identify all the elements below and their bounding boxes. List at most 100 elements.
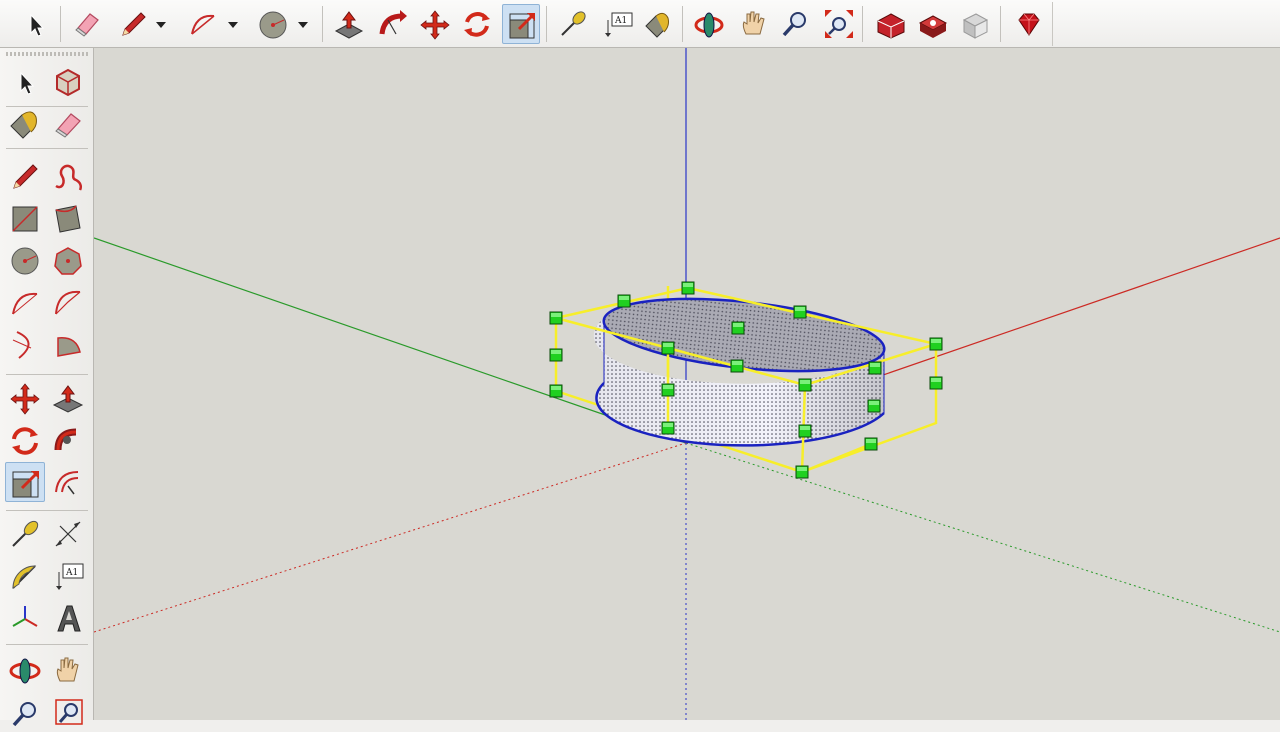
toolbar-separator xyxy=(6,374,88,375)
3d-warehouse-button[interactable] xyxy=(872,4,910,44)
push-pull-icon xyxy=(334,11,364,39)
scale-grip-highlight xyxy=(931,378,941,382)
tape-measure-tool-button[interactable] xyxy=(554,4,592,44)
orbit-tool-button[interactable] xyxy=(690,4,728,44)
extension-warehouse-icon xyxy=(918,15,948,38)
toolbar-separator xyxy=(862,6,863,42)
push-pull-tool-button[interactable] xyxy=(48,378,88,418)
toolbar-separator xyxy=(682,6,683,42)
scale-tool-button[interactable] xyxy=(502,4,540,44)
scale-grip-highlight xyxy=(663,385,673,389)
follow-me-tool-button[interactable] xyxy=(48,420,88,460)
rotate-tool-button[interactable] xyxy=(458,4,496,44)
scale-grip-highlight xyxy=(795,307,805,311)
follow-me-tool-button[interactable] xyxy=(374,4,412,44)
freehand-tool-button[interactable] xyxy=(48,156,88,196)
scale-grip-highlight xyxy=(733,323,743,327)
scale-grip-highlight xyxy=(797,467,807,471)
text-tool-button[interactable]: A1 xyxy=(48,556,88,596)
scale-grip-highlight xyxy=(663,423,673,427)
rectangle-icon xyxy=(12,206,38,232)
line-tool-button[interactable] xyxy=(5,156,45,196)
pencil-tool-button[interactable] xyxy=(114,4,152,44)
share-model-button[interactable] xyxy=(956,4,994,44)
arc-tool-button[interactable] xyxy=(184,4,222,44)
select-tool-button[interactable] xyxy=(16,4,54,44)
move-tool-button[interactable] xyxy=(5,378,45,418)
follow-me-icon xyxy=(379,10,407,35)
axes-icon xyxy=(12,606,38,627)
zoom-extents-tool-button[interactable] xyxy=(820,4,858,44)
red-axis-negative xyxy=(94,442,687,633)
select-arrow-icon xyxy=(30,13,45,37)
pan-tool-button[interactable] xyxy=(48,650,88,690)
green-axis-negative xyxy=(685,442,1280,633)
pan-tool-button[interactable] xyxy=(734,4,772,44)
rotate-tool-button[interactable] xyxy=(5,420,45,460)
polygon-tool-button[interactable] xyxy=(48,240,88,280)
3-point-arc-tool-button[interactable] xyxy=(5,324,45,364)
select-tool-button[interactable] xyxy=(5,62,45,102)
eraser-tool-button[interactable] xyxy=(48,104,88,144)
circle-icon xyxy=(259,11,287,39)
scale-grip-highlight xyxy=(551,386,561,390)
circle-icon xyxy=(11,247,39,275)
dimensions-icon xyxy=(55,521,81,547)
scale-tool-button[interactable] xyxy=(5,462,45,502)
arc-dropdown[interactable] xyxy=(226,4,240,44)
rotated-rectangle-tool-button[interactable] xyxy=(48,198,88,238)
paint-bucket-tool-button[interactable] xyxy=(5,104,45,144)
orbit-tool-button[interactable] xyxy=(5,650,45,690)
move-icon xyxy=(10,383,40,415)
large-tool-set: A1 xyxy=(0,48,94,727)
chevron-down-icon xyxy=(298,22,308,28)
axes-tool-button[interactable] xyxy=(5,598,45,638)
warehouse-icon xyxy=(877,13,905,39)
zoom-tool-button[interactable] xyxy=(5,692,45,732)
rotate-icon xyxy=(464,12,490,37)
offset-tool-button[interactable] xyxy=(48,462,88,502)
text-icon: A1 xyxy=(56,563,84,590)
follow-me-icon xyxy=(54,428,77,451)
circle-tool-button[interactable] xyxy=(5,240,45,280)
protractor-tool-button[interactable] xyxy=(5,556,45,596)
2-point-arc-tool-button[interactable] xyxy=(48,282,88,322)
select-arrow-icon xyxy=(20,71,35,95)
rectangle-tool-button[interactable] xyxy=(5,198,45,238)
pencil-icon xyxy=(13,164,38,189)
zoom-window-tool-button[interactable] xyxy=(48,692,88,732)
text-tool-button[interactable]: A1 xyxy=(598,4,636,44)
extension-warehouse-button[interactable] xyxy=(914,4,952,44)
ruby-console-button[interactable] xyxy=(1010,4,1048,44)
move-tool-button[interactable] xyxy=(416,4,454,44)
zoom-tool-button[interactable] xyxy=(776,4,814,44)
freehand-icon xyxy=(55,164,83,191)
paint-bucket-tool-button[interactable] xyxy=(638,4,676,44)
eraser-icon xyxy=(75,13,99,37)
arc-tool-button[interactable] xyxy=(5,282,45,322)
pencil-icon xyxy=(122,12,146,36)
eraser-tool-button[interactable] xyxy=(68,4,106,44)
svg-text:A1: A1 xyxy=(65,568,78,578)
dimensions-tool-button[interactable] xyxy=(48,514,88,554)
circle-tool-button[interactable] xyxy=(254,4,292,44)
make-component-button[interactable] xyxy=(48,62,88,102)
push-pull-tool-button[interactable] xyxy=(330,4,368,44)
push-pull-icon xyxy=(52,385,84,413)
pencil-dropdown[interactable] xyxy=(154,4,168,44)
3d-text-tool-button[interactable] xyxy=(48,598,88,638)
move-icon xyxy=(420,10,450,40)
3d-modeling-viewport[interactable] xyxy=(94,48,1280,720)
scale-grip-highlight xyxy=(866,439,876,443)
scale-grip-highlight xyxy=(551,350,561,354)
scale-grip-highlight xyxy=(870,363,880,367)
pan-hand-icon xyxy=(56,657,79,682)
toolbar-grip[interactable] xyxy=(6,52,88,56)
tape-measure-tool-button[interactable] xyxy=(5,514,45,554)
text-icon: A1 xyxy=(605,12,633,37)
pie-tool-button[interactable] xyxy=(48,324,88,364)
circle-dropdown[interactable] xyxy=(296,4,310,44)
zoom-extents-icon xyxy=(825,10,853,38)
3-point-arc-icon xyxy=(12,331,32,359)
scene-canvas[interactable] xyxy=(94,48,1280,720)
